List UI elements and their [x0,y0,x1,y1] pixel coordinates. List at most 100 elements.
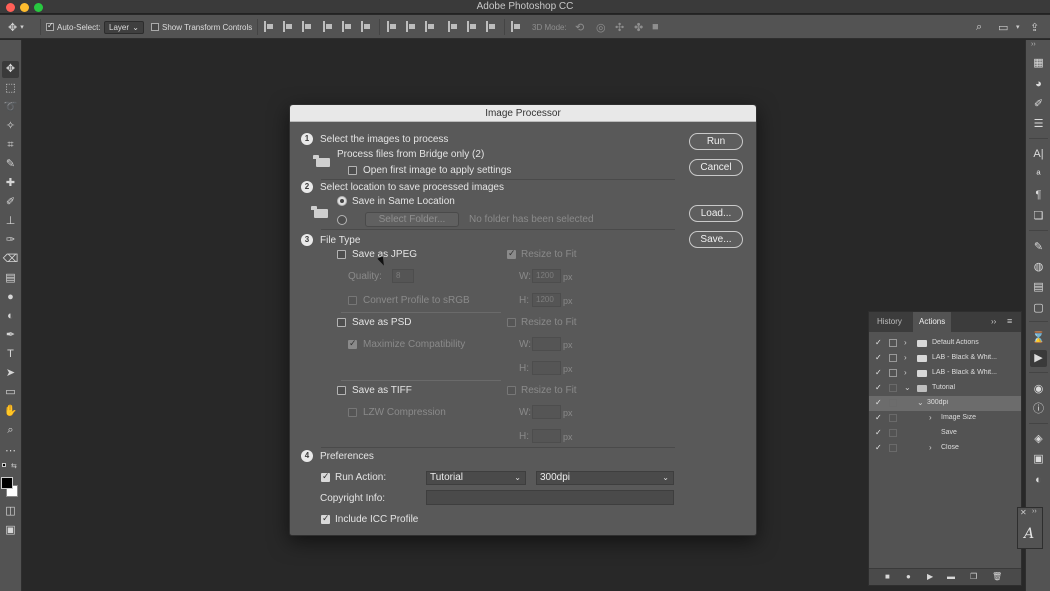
chevron-down-icon[interactable]: ⌄ [904,383,911,392]
jpeg-quality-input[interactable]: 8 [392,269,414,283]
search-icon[interactable]: ⌕ [976,15,982,39]
3d-pan-icon[interactable]: ✣ [615,15,624,39]
navigator-icon[interactable]: ✎ [1030,239,1047,256]
open-first-image-checkbox[interactable] [348,166,357,175]
save-same-location-radio[interactable] [337,196,347,206]
action-set-row[interactable]: ✓ › LAB - Black & Whit... [869,366,1021,381]
clone-stamp-tool-icon[interactable]: ⊥ [2,213,19,230]
collapse-dock-icon[interactable]: ›› [1031,41,1036,48]
paragraph-styles-icon[interactable]: ❏ [1030,208,1047,225]
psd-height-input[interactable] [532,361,561,375]
actions-play-icon[interactable]: ▶ [1030,350,1047,367]
save-jpeg-checkbox[interactable] [337,250,346,259]
tab-history[interactable]: History [871,312,908,332]
distribute-hcenter-icon[interactable] [467,21,478,32]
layers-icon[interactable]: ◈ [1030,431,1047,448]
action-set-row[interactable]: ✓ › Default Actions [869,336,1021,351]
lzw-compression-checkbox[interactable] [348,408,357,417]
3d-icon[interactable]: ◉ [1030,381,1047,398]
action-set-row[interactable]: ✓ ⌄ Tutorial [869,381,1021,396]
magic-wand-tool-icon[interactable]: ✧ [2,118,19,135]
dialog-toggle-icon[interactable] [889,444,897,452]
marquee-tool-icon[interactable]: ⬚ [2,80,19,97]
action-set-row[interactable]: ✓ › LAB - Black & Whit... [869,351,1021,366]
chevron-right-icon[interactable]: › [929,413,932,422]
save-psd-checkbox[interactable] [337,318,346,327]
psd-resize-checkbox[interactable] [507,318,516,327]
default-colors-icon[interactable] [2,463,8,469]
move-tool-preset[interactable]: ✥ ▾ [8,15,24,39]
info-icon[interactable]: ⓘ [1030,401,1047,418]
trash-icon[interactable]: 🗑 [992,572,1002,581]
screen-mode-icon[interactable]: ▣ [2,522,19,539]
auto-select-dropdown[interactable]: Layer ⌄ [104,20,144,34]
3d-scale-icon[interactable]: ■ [652,15,659,39]
cancel-button[interactable]: Cancel [689,159,743,176]
check-icon[interactable]: ✓ [875,383,882,392]
move-tool-icon[interactable]: ✥ [2,61,19,78]
show-transform-toggle[interactable]: Show Transform Controls [151,15,252,39]
brushes-icon[interactable]: ✐ [1030,96,1047,113]
copyright-input[interactable] [426,490,674,505]
load-button[interactable]: Load... [689,205,743,222]
auto-select-checkbox[interactable] [46,21,54,31]
workspace-icon[interactable]: ▭ [998,15,1008,39]
check-icon[interactable]: ✓ [875,353,882,362]
auto-select-toggle[interactable]: Auto-Select: [46,15,101,39]
dialog-toggle-icon[interactable] [889,399,897,407]
select-folder-radio[interactable] [337,215,347,225]
chevron-down-icon[interactable]: ▾ [1016,15,1020,39]
action-step-row[interactable]: ✓ › Close [869,441,1021,456]
3d-slide-icon[interactable]: ✤ [634,15,643,39]
distribute-vcenter-icon[interactable] [406,21,417,32]
3d-roll-icon[interactable]: ◎ [596,15,606,39]
new-set-folder-icon[interactable]: ▬ [947,572,955,581]
glyph-panel-icon[interactable]: A [1024,526,1034,542]
notes-icon[interactable]: ▢ [1030,300,1047,317]
save-settings-button[interactable]: Save... [689,231,743,248]
action-step-row[interactable]: ✓ › Image Size [869,411,1021,426]
action-row-selected[interactable]: ✓ ⌄ 300dpi [869,396,1021,411]
chevron-right-icon[interactable]: › [904,353,907,362]
select-folder-button[interactable]: Select Folder... [365,212,459,227]
glyphs-icon[interactable]: ª [1030,167,1047,184]
record-icon[interactable]: ● [906,572,911,581]
brush-tool-icon[interactable]: ✐ [2,194,19,211]
tiff-height-input[interactable] [532,429,561,443]
eyedropper-tool-icon[interactable]: ✎ [2,156,19,173]
check-icon[interactable]: ✓ [875,413,882,422]
include-icc-checkbox[interactable] [321,513,330,524]
blur-tool-icon[interactable]: ● [2,289,19,306]
chevron-right-icon[interactable]: › [929,443,932,452]
dialog-toggle-icon[interactable] [889,354,897,362]
adjustments-icon[interactable]: ☰ [1030,116,1047,133]
swatches-icon[interactable]: ◍ [1030,259,1047,276]
check-icon[interactable]: ✓ [875,398,882,407]
stop-icon[interactable]: ■ [885,572,890,581]
play-icon[interactable]: ▶ [927,572,933,581]
character-icon[interactable]: A| [1030,146,1047,163]
healing-brush-tool-icon[interactable]: ✚ [2,175,19,192]
quick-mask-icon[interactable]: ◫ [2,503,19,520]
channels-icon[interactable]: ▣ [1030,451,1047,468]
properties-icon[interactable]: ▤ [1030,279,1047,296]
collapse-panel-icon[interactable]: ›› [991,317,996,326]
path-selection-tool-icon[interactable]: ➤ [2,365,19,382]
maximize-compatibility-checkbox[interactable] [348,338,357,349]
run-button[interactable]: Run [689,133,743,150]
align-horizontal-centers-icon[interactable] [342,21,353,32]
run-action-checkbox[interactable] [321,471,330,482]
eraser-tool-icon[interactable]: ⌫ [2,251,19,268]
gradient-tool-icon[interactable]: ▤ [2,270,19,287]
history-brush-tool-icon[interactable]: ✑ [2,232,19,249]
lasso-tool-icon[interactable]: ➰ [2,99,19,116]
tiff-width-input[interactable] [532,405,561,419]
dodge-tool-icon[interactable]: ◐ [2,308,19,325]
auto-align-layers-icon[interactable] [511,21,522,32]
tiff-resize-checkbox[interactable] [507,386,516,395]
dialog-toggle-icon[interactable] [889,414,897,422]
close-icon[interactable]: ✕ [1020,508,1027,517]
dialog-toggle-icon[interactable] [889,384,897,392]
paths-icon[interactable]: ◐ [1030,472,1047,489]
swap-colors-icon[interactable]: ⇆ [11,462,17,470]
